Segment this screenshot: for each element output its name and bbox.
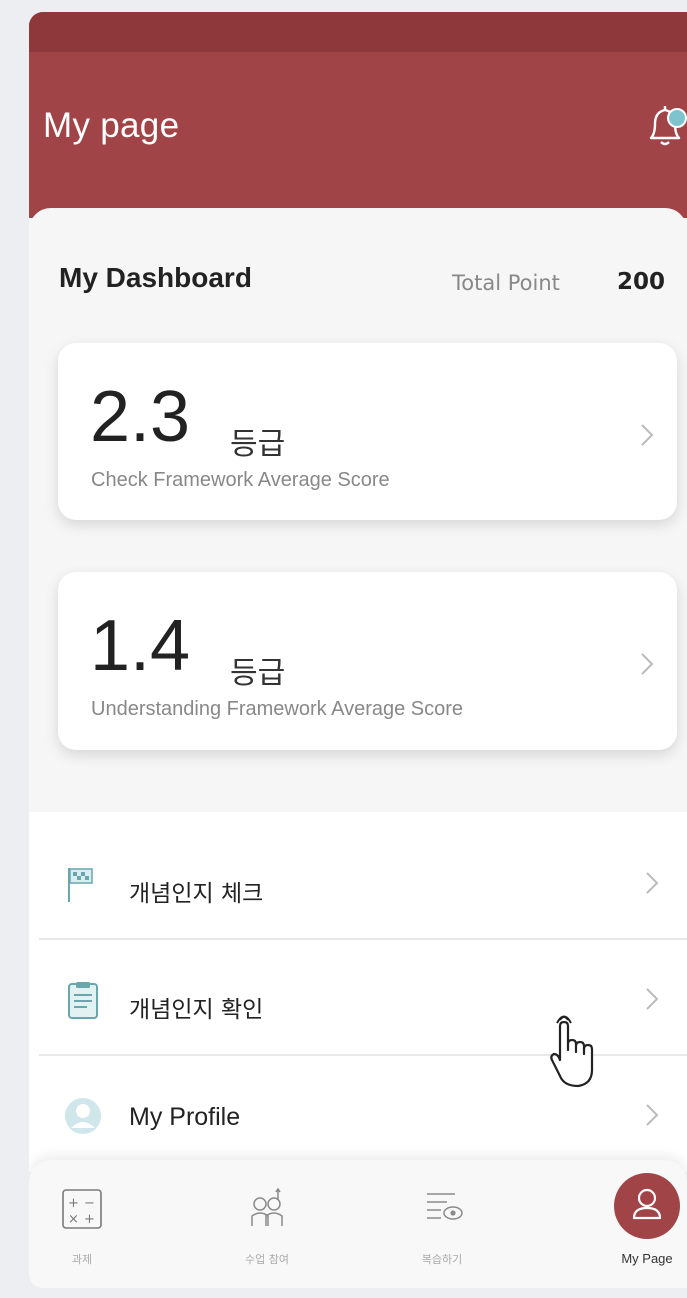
hand-pointer-icon [550, 1015, 594, 1088]
understanding-score-card[interactable]: 1.4 등급 Understanding Framework Average S… [58, 572, 677, 750]
grade-unit: 등급 [230, 656, 286, 691]
chevron-right-icon [646, 872, 659, 894]
svg-text:+: + [84, 1212, 95, 1227]
raise-hand-icon [251, 1187, 283, 1226]
menu-item-label: My Profile [129, 1103, 241, 1131]
dashboard-title: My Dashboard [59, 262, 252, 293]
svg-text:−: − [84, 1196, 95, 1211]
chevron-right-icon [646, 988, 659, 1010]
page-title: My page [43, 106, 180, 145]
score-value: 2.3 [90, 377, 191, 457]
menu-list: 개념인지 체크 개념인지 확인 My Profile [29, 812, 687, 1172]
svg-text:+: + [68, 1196, 79, 1211]
phone-screen: My page My Dashboard Total Point 200 2.3… [29, 12, 687, 1288]
score-caption: Check Framework Average Score [91, 469, 390, 491]
menu-item-concept-check[interactable]: 개념인지 체크 [29, 824, 687, 938]
flag-icon [68, 868, 93, 902]
profile-icon [65, 1098, 101, 1134]
total-point-value: 200 [617, 269, 666, 295]
score-value: 1.4 [90, 606, 191, 686]
bottom-tab-bar: + − × + 과제 수업 참여 복습하기 My Page [29, 1160, 687, 1288]
notification-bell-icon[interactable] [637, 98, 687, 154]
menu-item-label: 개념인지 체크 [129, 881, 264, 907]
user-icon [632, 1188, 662, 1220]
review-icon [427, 1193, 463, 1220]
grade-unit: 등급 [230, 427, 286, 462]
menu-item-label: 개념인지 확인 [129, 997, 264, 1023]
chevron-right-icon [646, 1104, 659, 1126]
checklist-icon [68, 982, 98, 1019]
tab-class-participation[interactable]: 수업 참여 [187, 1160, 347, 1288]
tab-label: 복습하기 [421, 1253, 463, 1266]
calculator-icon: + − × + [62, 1189, 102, 1229]
total-point-label: Total Point [452, 271, 560, 295]
svg-text:×: × [68, 1212, 79, 1227]
status-bar [29, 12, 687, 52]
chevron-right-icon [641, 653, 654, 675]
tab-label: 수업 참여 [245, 1253, 289, 1266]
score-caption: Understanding Framework Average Score [91, 698, 464, 720]
tab-review[interactable]: 복습하기 [362, 1160, 522, 1288]
tab-label: 과제 [71, 1253, 93, 1266]
header: My page [29, 12, 687, 218]
check-score-card[interactable]: 2.3 등급 Check Framework Average Score [58, 343, 677, 520]
chevron-right-icon [641, 424, 654, 446]
tab-my-page[interactable]: My Page [567, 1160, 687, 1288]
tab-label: My Page [621, 1251, 673, 1266]
tab-assignment[interactable]: + − × + 과제 [29, 1160, 162, 1288]
